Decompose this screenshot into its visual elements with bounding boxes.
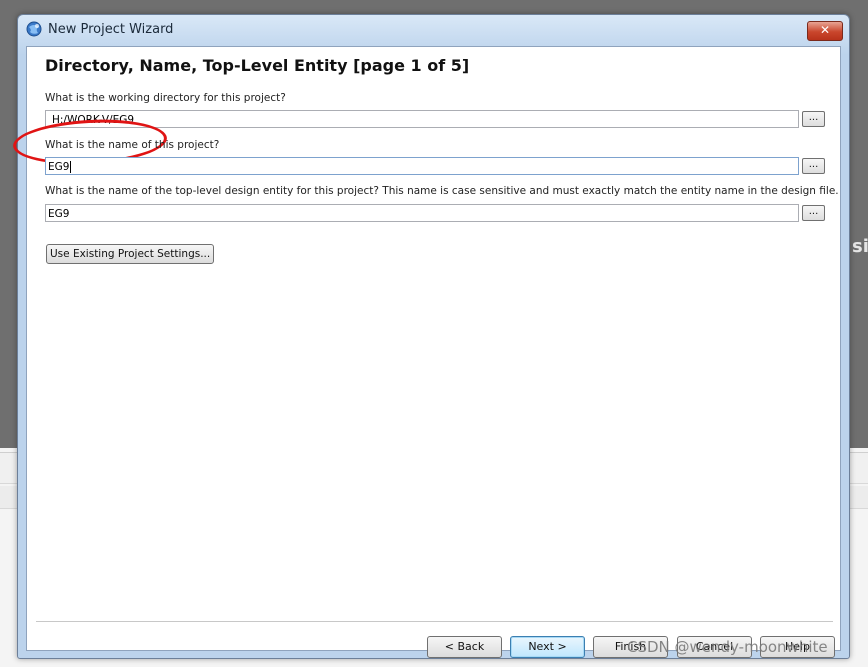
directory-input[interactable]: H:/WORK-V/EG9: [45, 110, 799, 128]
directory-browse-button[interactable]: ...: [802, 111, 825, 127]
close-icon: ✕: [819, 23, 831, 37]
project-name-value: EG9: [48, 161, 70, 173]
top-level-entity-value: EG9: [48, 208, 70, 220]
background-text: si: [852, 236, 868, 257]
project-name-input[interactable]: EG9: [45, 157, 799, 175]
top-level-entity-label: What is the name of the top-level design…: [45, 185, 839, 197]
close-button[interactable]: ✕: [807, 21, 843, 41]
wizard-window: New Project Wizard ✕ Directory, Name, To…: [11, 14, 850, 659]
top-level-entity-input[interactable]: EG9: [45, 204, 799, 222]
watermark: CSDN @wendy-moonwhite: [627, 638, 828, 656]
use-existing-settings-button[interactable]: Use Existing Project Settings...: [46, 244, 215, 264]
project-name-browse-button[interactable]: ...: [802, 158, 825, 174]
directory-label: What is the working directory for this p…: [45, 92, 286, 104]
text-caret: [70, 161, 72, 173]
wizard-globe-icon: [26, 21, 42, 37]
page-title: Directory, Name, Top-Level Entity [page …: [45, 56, 470, 75]
footer-separator: [36, 621, 833, 623]
next-button[interactable]: Next >: [510, 636, 585, 658]
back-button[interactable]: < Back: [427, 636, 502, 658]
window-title: New Project Wizard: [48, 22, 174, 37]
project-name-label: What is the name of this project?: [45, 139, 220, 151]
wizard-content: Directory, Name, Top-Level Entity [page …: [11, 46, 841, 658]
top-level-entity-browse-button[interactable]: ...: [802, 205, 825, 221]
title-bar[interactable]: New Project Wizard ✕: [18, 15, 849, 45]
